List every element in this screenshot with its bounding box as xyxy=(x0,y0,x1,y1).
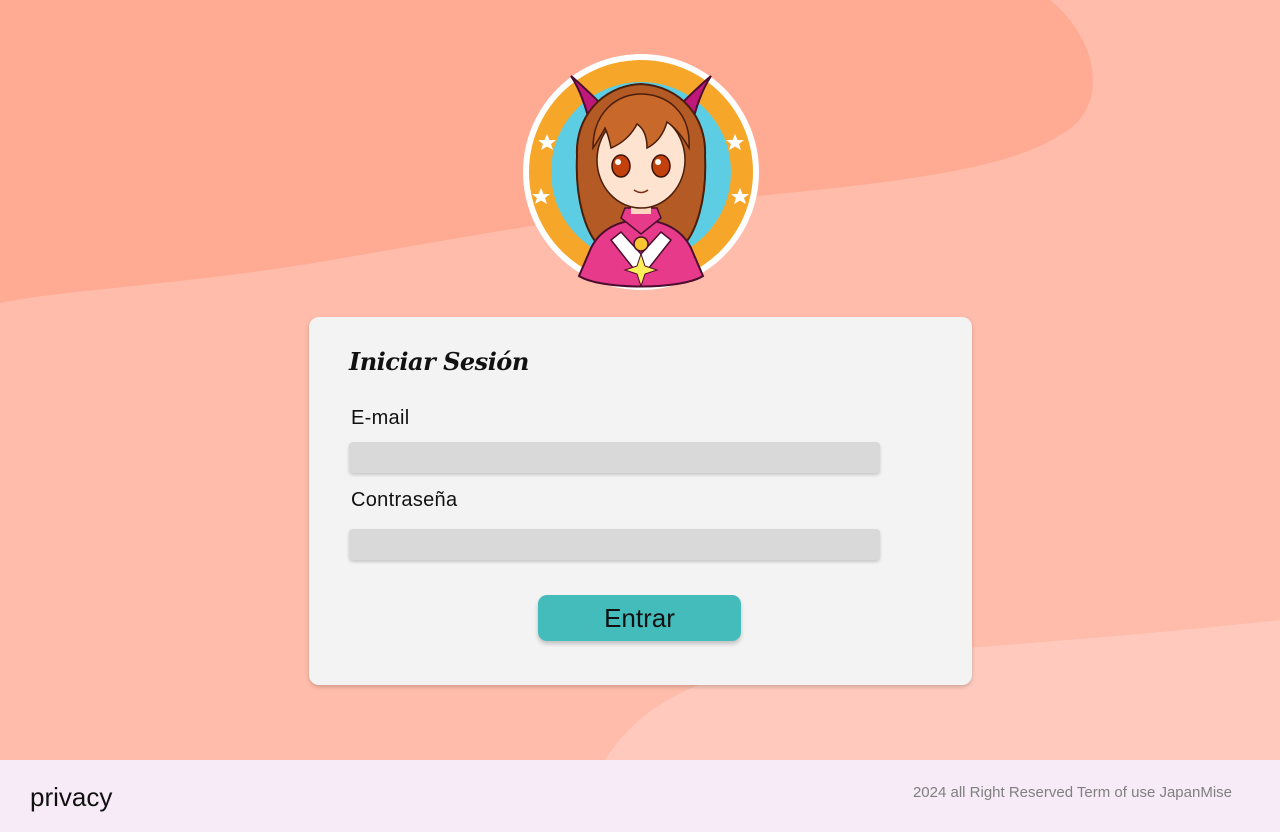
password-label: Contraseña xyxy=(351,489,458,511)
copyright-text: 2024 all Right Reserved Term of use Japa… xyxy=(912,784,1232,801)
login-title: Iniciar Sesión xyxy=(349,347,529,376)
password-field[interactable] xyxy=(349,529,880,560)
anime-girl-avatar-icon xyxy=(523,54,759,290)
email-field[interactable] xyxy=(349,442,880,473)
footer: privacy 2024 all Right Reserved Term of … xyxy=(0,760,1280,832)
privacy-link[interactable]: privacy xyxy=(30,782,112,813)
submit-button[interactable]: Entrar xyxy=(538,595,741,641)
login-card: Iniciar Sesión E-mail Contraseña Entrar xyxy=(309,317,972,685)
email-label: E-mail xyxy=(351,407,410,429)
login-page: Iniciar Sesión E-mail Contraseña Entrar … xyxy=(0,0,1280,832)
